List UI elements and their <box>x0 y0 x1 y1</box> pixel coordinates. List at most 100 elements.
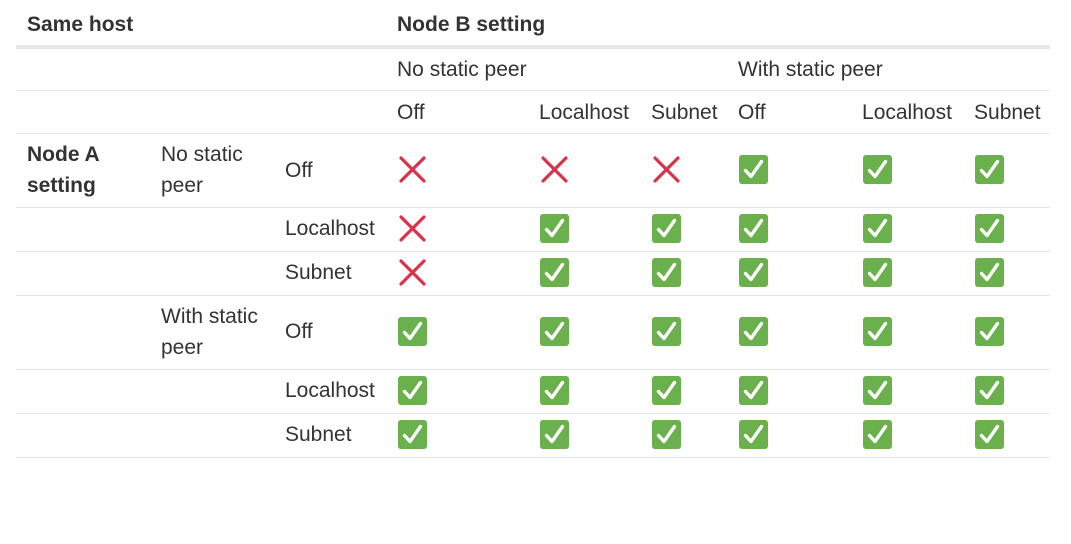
empty-cell <box>16 90 387 134</box>
node-b-group-with-static: With static peer <box>727 46 1051 91</box>
check-box-icon <box>539 419 570 450</box>
result-cell <box>963 133 1051 208</box>
result-cell <box>963 368 1051 414</box>
table-row: Subnet <box>16 250 1051 296</box>
header-row: Same host Node B setting <box>16 9 1051 49</box>
node-a-mode: Subnet <box>274 250 387 296</box>
check-box-icon <box>974 154 1005 185</box>
check-box-icon <box>862 257 893 288</box>
check-box-icon <box>651 375 682 406</box>
result-cell <box>386 207 529 252</box>
cross-icon <box>397 257 428 288</box>
node-b-group-no-static: No static peer <box>386 46 728 91</box>
corner-header: Same host <box>16 9 387 49</box>
check-box-icon <box>397 419 428 450</box>
check-box-icon <box>974 419 1005 450</box>
node-b-mode-row: Off Localhost Subnet Off Localhost Subne… <box>16 90 1051 134</box>
check-box-icon <box>974 257 1005 288</box>
check-box-icon <box>862 154 893 185</box>
check-box-icon <box>539 375 570 406</box>
check-box-icon <box>539 316 570 347</box>
check-box-icon <box>738 375 769 406</box>
empty-cell <box>16 207 150 252</box>
result-cell <box>640 133 728 208</box>
empty-cell <box>150 368 274 414</box>
result-cell <box>851 207 964 252</box>
node-a-group: With static peer <box>150 294 274 370</box>
cross-icon <box>651 154 682 185</box>
result-cell <box>727 133 852 208</box>
result-cell <box>640 207 728 252</box>
result-cell <box>851 368 964 414</box>
table-row: Localhost <box>16 368 1051 414</box>
empty-cell <box>150 207 274 252</box>
result-cell <box>528 368 641 414</box>
node-b-group-row: No static peer With static peer <box>16 46 1051 91</box>
check-box-icon <box>539 213 570 244</box>
node-a-mode: Off <box>274 294 387 370</box>
node-b-mode: Localhost <box>528 90 641 134</box>
result-cell <box>851 250 964 296</box>
empty-cell <box>16 294 150 370</box>
compatibility-table-container: Same host Node B setting No static peer … <box>16 9 1051 458</box>
check-box-icon <box>651 257 682 288</box>
node-b-mode: Subnet <box>963 90 1051 134</box>
table-row: Subnet <box>16 412 1051 458</box>
node-a-mode: Localhost <box>274 368 387 414</box>
result-cell <box>386 368 529 414</box>
node-b-mode: Off <box>727 90 852 134</box>
check-box-icon <box>862 419 893 450</box>
result-cell <box>640 250 728 296</box>
result-cell <box>851 133 964 208</box>
empty-cell <box>150 412 274 458</box>
node-a-group: No static peer <box>150 133 274 208</box>
result-cell <box>851 412 964 458</box>
result-cell <box>963 294 1051 370</box>
result-cell <box>528 250 641 296</box>
result-cell <box>640 368 728 414</box>
empty-cell <box>16 368 150 414</box>
check-box-icon <box>651 213 682 244</box>
result-cell <box>963 207 1051 252</box>
result-cell <box>528 133 641 208</box>
check-box-icon <box>862 316 893 347</box>
check-box-icon <box>862 213 893 244</box>
check-box-icon <box>974 213 1005 244</box>
check-box-icon <box>974 316 1005 347</box>
result-cell <box>727 207 852 252</box>
result-cell <box>528 294 641 370</box>
check-box-icon <box>539 257 570 288</box>
empty-cell <box>150 250 274 296</box>
cross-icon <box>539 154 570 185</box>
result-cell <box>851 294 964 370</box>
node-b-mode: Localhost <box>851 90 964 134</box>
node-a-mode: Subnet <box>274 412 387 458</box>
result-cell <box>528 207 641 252</box>
table-row: Node A setting No static peer Off <box>16 133 1051 208</box>
result-cell <box>528 412 641 458</box>
node-a-mode: Localhost <box>274 207 387 252</box>
node-b-mode: Off <box>386 90 529 134</box>
cross-icon <box>397 154 428 185</box>
node-b-mode: Subnet <box>640 90 728 134</box>
result-cell <box>386 133 529 208</box>
result-cell <box>386 294 529 370</box>
table-row: With static peer Off <box>16 294 1051 370</box>
result-cell <box>727 368 852 414</box>
result-cell <box>386 412 529 458</box>
check-box-icon <box>651 316 682 347</box>
result-cell <box>727 250 852 296</box>
check-box-icon <box>974 375 1005 406</box>
result-cell <box>727 412 852 458</box>
result-cell <box>386 250 529 296</box>
node-b-header: Node B setting <box>386 9 1051 49</box>
check-box-icon <box>738 154 769 185</box>
check-box-icon <box>651 419 682 450</box>
check-box-icon <box>738 419 769 450</box>
check-box-icon <box>738 213 769 244</box>
check-box-icon <box>862 375 893 406</box>
table-row: Localhost <box>16 207 1051 252</box>
empty-cell <box>16 250 150 296</box>
node-a-mode: Off <box>274 133 387 208</box>
result-cell <box>640 412 728 458</box>
